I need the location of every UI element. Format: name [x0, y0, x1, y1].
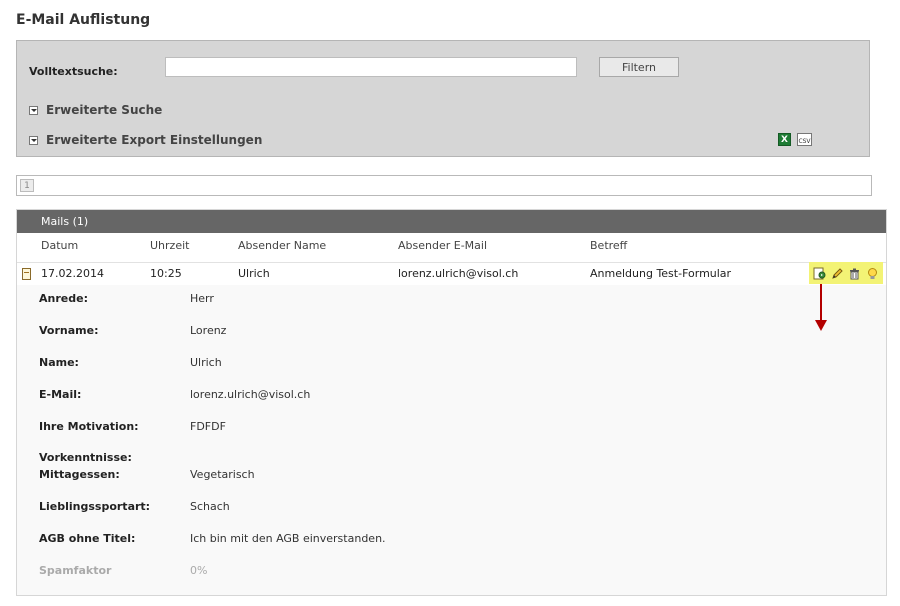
detail-label: Mittagessen: [39, 468, 120, 481]
detail-label: E-Mail: [39, 388, 82, 401]
detail-label: AGB ohne Titel: [39, 532, 136, 545]
mails-panel: Mails (1) Datum Uhrzeit Absender Name Ab… [16, 209, 887, 596]
row-actions [809, 262, 883, 284]
column-header-time: Uhrzeit [150, 239, 190, 252]
view-icon[interactable] [813, 266, 827, 280]
mail-sender-email: lorenz.ulrich@visol.ch [398, 267, 519, 280]
column-header-subject: Betreff [590, 239, 628, 252]
advanced-search-toggle[interactable]: Erweiterte Suche [29, 103, 162, 117]
mail-subject: Anmeldung Test-Formular [590, 267, 732, 280]
page-link-1[interactable]: 1 [20, 179, 34, 192]
detail-label: Vorname: [39, 324, 99, 337]
detail-value: Vegetarisch [190, 468, 255, 481]
mail-sender-name: Ulrich [238, 267, 270, 280]
detail-label: Vorkenntnisse: [39, 451, 132, 464]
search-label: Volltextsuche: [29, 65, 118, 78]
detail-value: Herr [190, 292, 214, 305]
page-title: E-Mail Auflistung [16, 12, 151, 28]
detail-label: Name: [39, 356, 79, 369]
divider [17, 262, 886, 263]
detail-value: Ich bin mit den AGB einverstanden. [190, 532, 386, 545]
document-icon[interactable] [22, 268, 31, 280]
detail-label: Lieblingssportart: [39, 500, 151, 513]
detail-value: Schach [190, 500, 230, 513]
detail-label: Spamfaktor [39, 564, 112, 577]
detail-label: Ihre Motivation: [39, 420, 139, 433]
detail-value: lorenz.ulrich@visol.ch [190, 388, 311, 401]
advanced-search-label: Erweiterte Suche [46, 103, 163, 117]
arrow-annotation [815, 284, 827, 331]
mail-time: 10:25 [150, 267, 182, 280]
export-icons: X CSV [778, 133, 812, 146]
excel-icon[interactable]: X [778, 133, 791, 146]
column-header-date: Datum [41, 239, 79, 252]
detail-value: FDFDF [190, 420, 226, 433]
mails-header: Mails (1) [17, 210, 886, 233]
mail-date: 17.02.2014 [41, 267, 104, 280]
detail-value: Ulrich [190, 356, 222, 369]
search-input[interactable] [165, 57, 577, 77]
pagination-bar: 1 [16, 175, 872, 196]
expand-icon [29, 135, 38, 145]
detail-value: Lorenz [190, 324, 227, 337]
edit-icon[interactable] [830, 266, 844, 280]
advanced-export-label: Erweiterte Export Einstellungen [46, 133, 263, 147]
filter-button[interactable]: Filtern [599, 57, 679, 77]
search-panel: Volltextsuche: Filtern Erweiterte Suche … [16, 40, 870, 157]
expand-icon [29, 105, 38, 115]
csv-icon[interactable]: CSV [797, 133, 812, 146]
mail-details: Anrede: Herr Vorname: Lorenz Name: Ulric… [17, 285, 886, 595]
advanced-export-toggle[interactable]: Erweiterte Export Einstellungen [29, 133, 262, 147]
column-header-sender-email: Absender E-Mail [398, 239, 488, 252]
detail-label: Anrede: [39, 292, 88, 305]
delete-icon[interactable] [848, 266, 862, 280]
bulb-icon[interactable] [865, 266, 879, 280]
column-header-sender-name: Absender Name [238, 239, 327, 252]
detail-value: 0% [190, 564, 208, 577]
